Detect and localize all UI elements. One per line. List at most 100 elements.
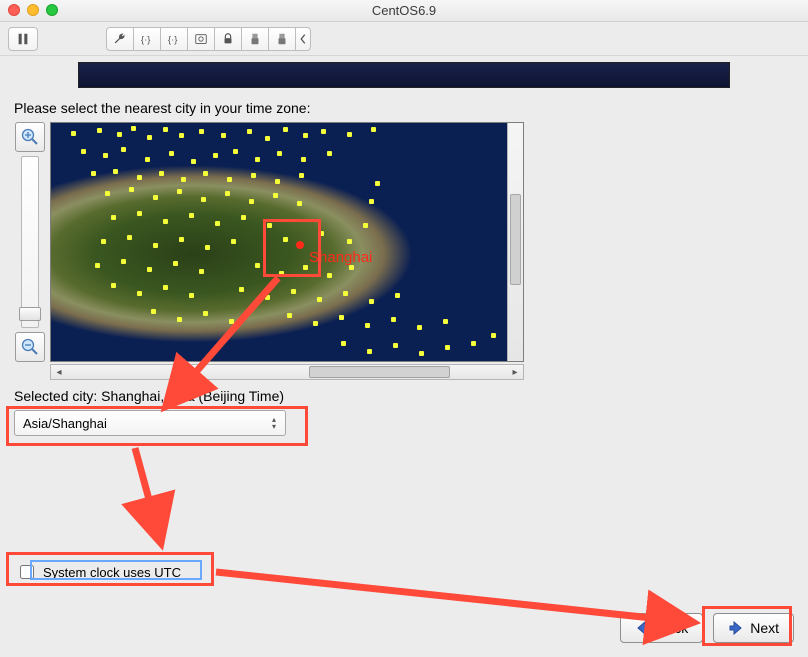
city-dot[interactable]	[233, 149, 238, 154]
city-dot[interactable]	[317, 297, 322, 302]
city-dot[interactable]	[111, 283, 116, 288]
city-dot[interactable]	[221, 133, 226, 138]
city-dot[interactable]	[163, 285, 168, 290]
city-dot[interactable]	[367, 349, 372, 354]
city-dot[interactable]	[231, 239, 236, 244]
city-dot[interactable]	[303, 265, 308, 270]
fullscreen-left-button[interactable]: {·}	[133, 27, 161, 51]
city-dot[interactable]	[283, 237, 288, 242]
city-dot[interactable]	[301, 157, 306, 162]
city-dot[interactable]	[151, 309, 156, 314]
city-dot[interactable]	[199, 269, 204, 274]
city-dot[interactable]	[417, 325, 422, 330]
city-dot[interactable]	[147, 135, 152, 140]
scroll-right-icon[interactable]: ▸	[507, 365, 523, 379]
disk-button[interactable]	[187, 27, 215, 51]
city-dot[interactable]	[297, 201, 302, 206]
city-dot[interactable]	[101, 239, 106, 244]
fullscreen-right-button[interactable]: {·}	[160, 27, 188, 51]
city-dot[interactable]	[201, 197, 206, 202]
city-dot[interactable]	[199, 129, 204, 134]
city-dot[interactable]	[273, 193, 278, 198]
city-dot[interactable]	[303, 133, 308, 138]
city-dot[interactable]	[229, 319, 234, 324]
city-dot[interactable]	[313, 321, 318, 326]
city-dot[interactable]	[443, 319, 448, 324]
city-dot[interactable]	[319, 231, 324, 236]
toolbar-overflow-button[interactable]	[295, 27, 311, 51]
city-dot[interactable]	[363, 223, 368, 228]
city-dot[interactable]	[111, 215, 116, 220]
city-dot[interactable]	[113, 169, 118, 174]
city-dot[interactable]	[299, 173, 304, 178]
city-dot[interactable]	[213, 153, 218, 158]
city-dot[interactable]	[179, 133, 184, 138]
city-dot[interactable]	[129, 187, 134, 192]
city-dot[interactable]	[277, 151, 282, 156]
city-dot[interactable]	[339, 315, 344, 320]
city-dot[interactable]	[365, 323, 370, 328]
scroll-left-icon[interactable]: ◂	[51, 365, 67, 379]
city-dot[interactable]	[327, 273, 332, 278]
city-dot[interactable]	[181, 177, 186, 182]
settings-button[interactable]	[106, 27, 134, 51]
city-dot[interactable]	[283, 127, 288, 132]
city-dot[interactable]	[391, 317, 396, 322]
city-dot[interactable]	[179, 237, 184, 242]
city-dot[interactable]	[251, 173, 256, 178]
city-dot[interactable]	[191, 159, 196, 164]
city-dot[interactable]	[127, 235, 132, 240]
city-dot[interactable]	[159, 171, 164, 176]
city-dot[interactable]	[239, 287, 244, 292]
city-dot[interactable]	[121, 259, 126, 264]
city-dot[interactable]	[137, 291, 142, 296]
city-dot[interactable]	[255, 157, 260, 162]
city-dot[interactable]	[267, 223, 272, 228]
map-vertical-scrollbar[interactable]	[507, 123, 523, 361]
city-dot[interactable]	[153, 195, 158, 200]
city-dot[interactable]	[105, 191, 110, 196]
city-dot[interactable]	[163, 127, 168, 132]
city-dot[interactable]	[369, 199, 374, 204]
city-dot[interactable]	[321, 129, 326, 134]
city-dot[interactable]	[153, 243, 158, 248]
city-dot[interactable]	[347, 132, 352, 137]
city-dot[interactable]	[81, 149, 86, 154]
city-dot[interactable]	[225, 191, 230, 196]
city-dot[interactable]	[241, 215, 246, 220]
utc-checkbox[interactable]	[20, 565, 34, 579]
city-dot[interactable]	[71, 131, 76, 136]
next-button[interactable]: Next	[713, 613, 794, 643]
city-dot[interactable]	[189, 293, 194, 298]
city-dot[interactable]	[395, 293, 400, 298]
city-dot[interactable]	[327, 151, 332, 156]
city-dot[interactable]	[249, 199, 254, 204]
city-dot[interactable]	[177, 317, 182, 322]
city-dot[interactable]	[205, 245, 210, 250]
city-dot[interactable]	[103, 153, 108, 158]
zoom-window-button[interactable]	[46, 4, 58, 16]
pause-vm-button[interactable]	[8, 27, 38, 51]
zoom-out-button[interactable]	[15, 332, 45, 362]
map-horizontal-scrollbar[interactable]: ◂ ▸	[50, 364, 524, 380]
city-dot[interactable]	[97, 128, 102, 133]
city-dot[interactable]	[393, 343, 398, 348]
timezone-select[interactable]: Asia/Shanghai ▴▾	[14, 410, 286, 436]
city-dot[interactable]	[279, 271, 284, 276]
city-dot[interactable]	[471, 341, 476, 346]
zoom-in-button[interactable]	[15, 122, 45, 152]
city-dot[interactable]	[247, 129, 252, 134]
usb-button-2[interactable]	[268, 27, 296, 51]
city-dot[interactable]	[275, 179, 280, 184]
city-dot[interactable]	[169, 151, 174, 156]
city-dot[interactable]	[177, 189, 182, 194]
city-dot[interactable]	[287, 313, 292, 318]
city-dot[interactable]	[137, 175, 142, 180]
city-dot[interactable]	[349, 265, 354, 270]
minimize-window-button[interactable]	[27, 4, 39, 16]
city-dot[interactable]	[203, 171, 208, 176]
city-dot[interactable]	[147, 267, 152, 272]
city-dot[interactable]	[117, 132, 122, 137]
utc-label[interactable]: System clock uses UTC	[43, 565, 181, 580]
city-dot[interactable]	[163, 219, 168, 224]
